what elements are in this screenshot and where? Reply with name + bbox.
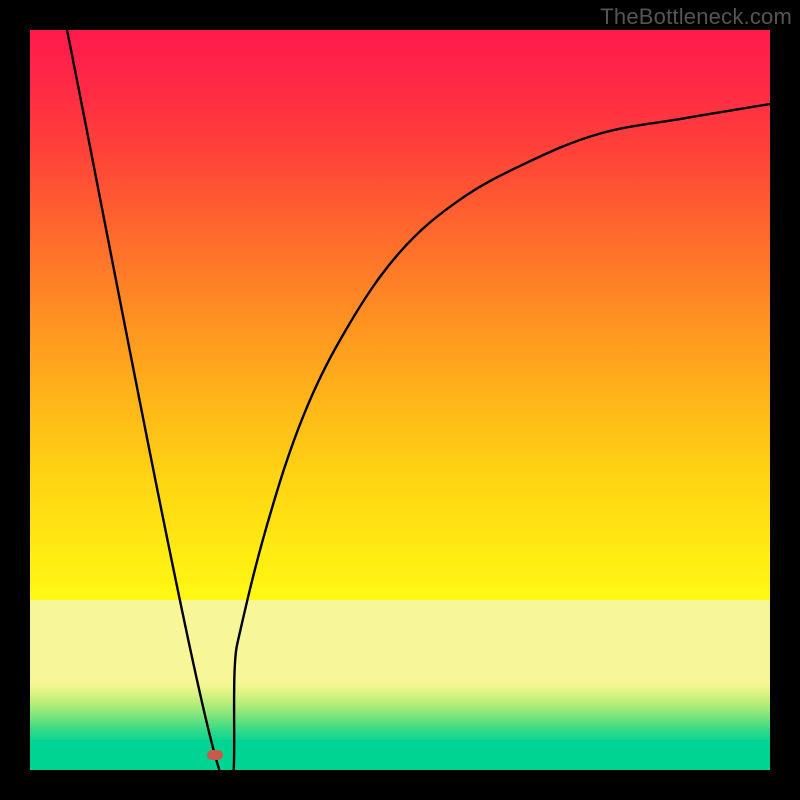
watermark-text: TheBottleneck.com — [600, 4, 792, 30]
chart-frame: TheBottleneck.com — [0, 0, 800, 800]
minimum-marker — [207, 750, 223, 760]
curve-layer — [30, 30, 770, 770]
curve-path — [67, 30, 770, 770]
plot-area — [30, 30, 770, 770]
